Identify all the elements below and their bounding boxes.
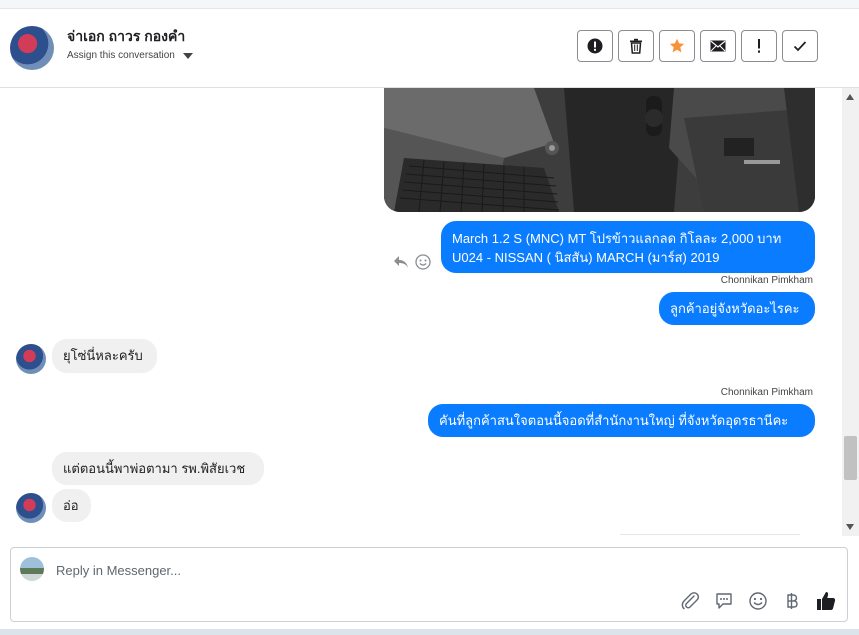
baht-icon[interactable] <box>781 590 803 612</box>
star-icon <box>669 38 685 53</box>
scroll-up-icon[interactable] <box>846 94 854 100</box>
star-button[interactable] <box>659 30 695 62</box>
caret-down-icon <box>182 52 193 59</box>
contact-avatar-small[interactable] <box>16 344 46 374</box>
scroll-down-icon[interactable] <box>846 524 854 530</box>
incoming-message[interactable]: อ่อ <box>52 489 91 522</box>
scroll-thumb[interactable] <box>844 436 857 480</box>
incoming-message[interactable]: ยุโซ่นี่หละครับ <box>52 339 157 373</box>
contact-avatar[interactable] <box>10 26 54 70</box>
contact-name[interactable]: จ่าเอก ถาวร กองคำ <box>67 26 185 48</box>
mark-unread-button[interactable] <box>700 30 736 62</box>
conversation-toolbar <box>577 30 818 62</box>
quick-reply-icon[interactable] <box>713 590 735 612</box>
outgoing-message[interactable]: ลูกค้าอยู่จังหวัดอะไรคะ <box>659 292 815 325</box>
photo-illustration <box>384 88 815 212</box>
exclamation-icon <box>758 39 760 53</box>
outgoing-message[interactable]: คันที่ลูกค้าสนใจตอนนี้จอดที่สำนักงานใหญ่… <box>428 404 815 437</box>
sender-name: Chonnikan Pimkham <box>720 275 813 286</box>
message-actions <box>393 254 431 275</box>
message-thread: March 1.2 S (MNC) MT โปรข้าวแลกลด กิโลละ… <box>0 88 842 536</box>
assign-conversation-dropdown[interactable]: Assign this conversation <box>67 50 193 61</box>
trash-icon <box>630 38 642 54</box>
assign-label: Assign this conversation <box>67 50 175 61</box>
page-avatar <box>20 557 44 581</box>
reply-input[interactable] <box>54 557 658 583</box>
react-icon[interactable] <box>415 254 431 275</box>
composer-actions <box>679 590 837 612</box>
contact-avatar-small[interactable] <box>16 493 46 523</box>
message-line: U024 - NISSAN ( นิสสัน) MARCH (มาร์ส) 20… <box>452 250 720 265</box>
incoming-message[interactable]: แต่ตอนนี้พาพ่อตามา รพ.พิสัยเวช <box>52 452 264 485</box>
divider <box>620 534 800 535</box>
paperclip-icon[interactable] <box>679 590 701 612</box>
delete-button[interactable] <box>618 30 654 62</box>
conversation-header: จ่าเอก ถาวร กองคำ Assign this conversati… <box>0 9 859 88</box>
report-spam-button[interactable] <box>577 30 613 62</box>
check-icon <box>793 41 807 52</box>
mark-done-button[interactable] <box>782 30 818 62</box>
alert-circle-icon <box>587 38 603 54</box>
bottom-bar <box>0 629 859 635</box>
thumbs-up-icon[interactable] <box>815 590 837 612</box>
reply-composer <box>10 547 848 622</box>
car-interior-photo[interactable] <box>384 88 815 212</box>
reply-icon[interactable] <box>393 255 409 274</box>
envelope-icon <box>710 40 726 52</box>
sender-name: Chonnikan Pimkham <box>720 387 813 398</box>
top-strip <box>0 0 859 9</box>
scrollbar[interactable] <box>842 88 859 536</box>
message-line: March 1.2 S (MNC) MT โปรข้าวแลกลด กิโลละ… <box>452 231 782 246</box>
emoji-icon[interactable] <box>747 590 769 612</box>
follow-up-button[interactable] <box>741 30 777 62</box>
outgoing-message[interactable]: March 1.2 S (MNC) MT โปรข้าวแลกลด กิโลละ… <box>441 221 815 273</box>
